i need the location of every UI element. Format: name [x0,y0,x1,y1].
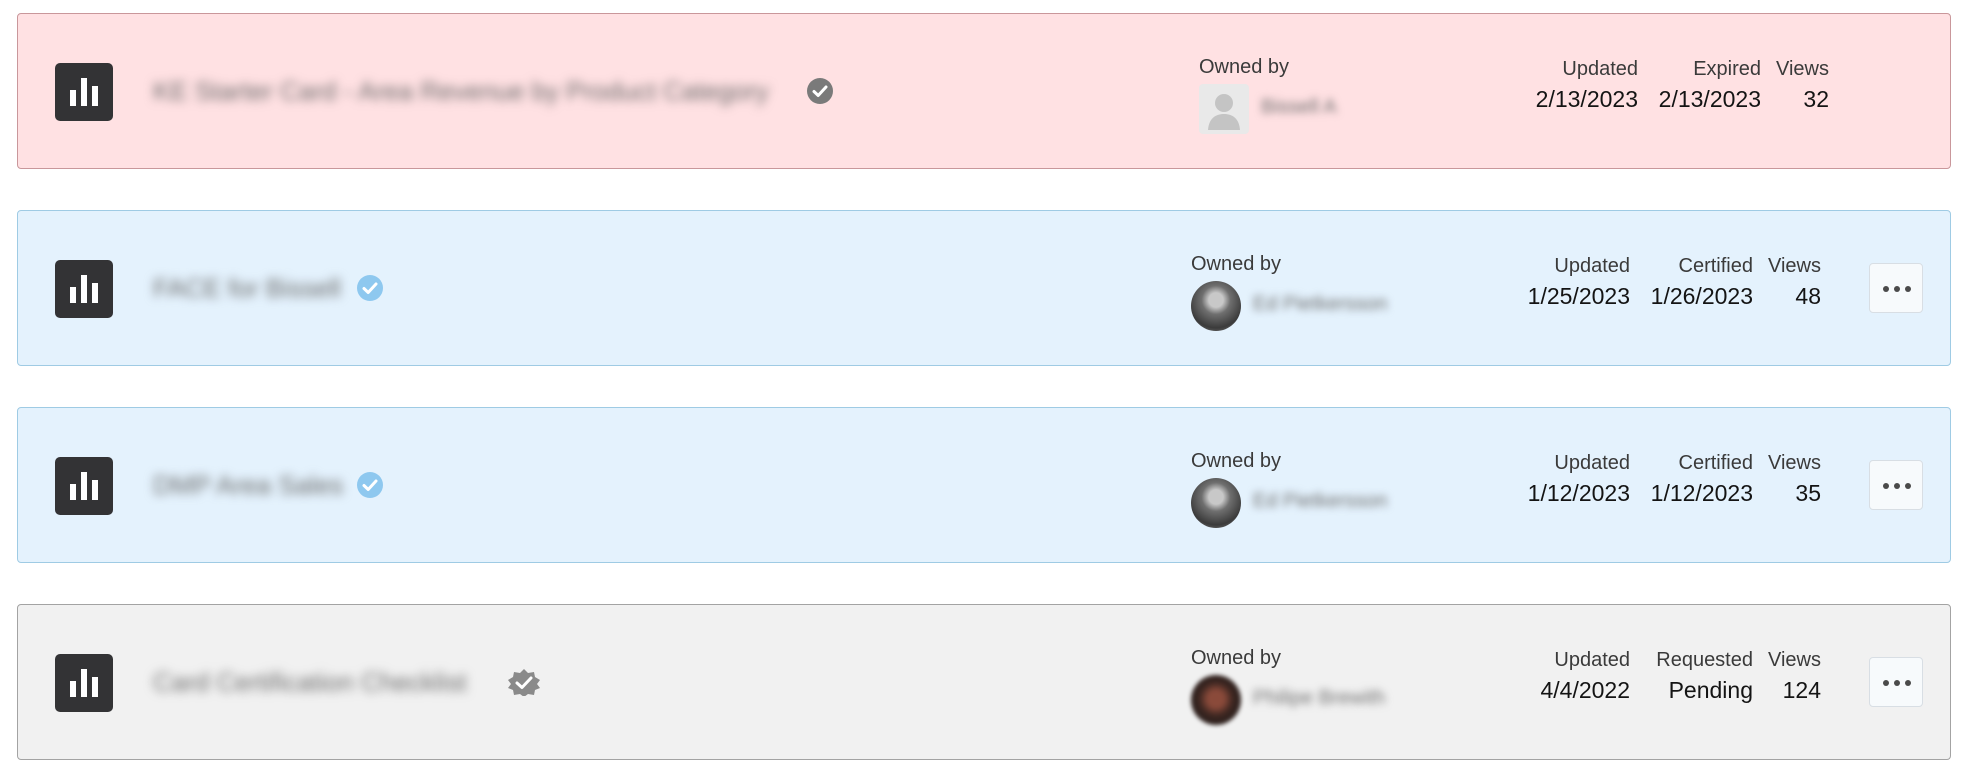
owner-label: Owned by [1191,647,1282,669]
status-value: 1/12/2023 [1650,480,1753,506]
updated-label: Updated [1554,255,1630,277]
updated-stat: Updated 4/4/2022 [1540,647,1630,707]
views-label: Views [1776,58,1829,80]
bar-chart-icon [55,457,113,515]
owner-name[interactable]: Philipe Brewith [1253,687,1385,710]
views-label: Views [1768,649,1821,671]
card-row[interactable]: FACE for Bissell Owned by Ed Pietkersson… [17,210,1951,366]
avatar[interactable] [1191,478,1241,528]
status-label: Expired [1693,58,1761,80]
views-value: 48 [1795,283,1821,309]
views-stat: Views 35 [1768,450,1821,510]
views-stat: Views 32 [1776,56,1829,116]
owner-name[interactable]: Bissell A [1261,96,1337,119]
status-value: Pending [1668,677,1753,703]
updated-value: 1/12/2023 [1527,480,1630,506]
more-options-button[interactable] [1869,657,1923,707]
updated-stat: Updated 1/12/2023 [1528,450,1630,510]
status-stat: Expired 2/13/2023 [1659,56,1761,116]
updated-label: Updated [1554,649,1630,671]
card-row[interactable]: KE Starter Card - Area Revenue by Produc… [17,13,1951,169]
views-stat: Views 48 [1768,253,1821,313]
bar-chart-icon [55,63,113,121]
owner-label: Owned by [1199,56,1290,78]
updated-stat: Updated 2/13/2023 [1536,56,1638,116]
avatar[interactable] [1191,281,1241,331]
more-options-button[interactable] [1869,263,1923,313]
check-circle-icon [807,78,833,104]
owner-label: Owned by [1191,253,1282,275]
views-stat: Views 124 [1768,647,1821,707]
card-title[interactable]: FACE for Bissell [153,270,341,306]
more-horizontal-icon [1883,680,1889,686]
views-label: Views [1768,452,1821,474]
person-placeholder-icon [1199,84,1249,134]
card-title[interactable]: DMP Area Sales [153,467,343,503]
updated-value: 2/13/2023 [1535,86,1638,112]
status-stat: Certified 1/12/2023 [1651,450,1753,510]
owner-name[interactable]: Ed Pietkersson [1253,490,1388,513]
check-circle-icon [357,472,383,498]
views-value: 32 [1803,86,1829,112]
status-value: 1/26/2023 [1650,283,1753,309]
more-horizontal-icon [1883,286,1889,292]
card-row[interactable]: DMP Area Sales Owned by Ed Pietkersson U… [17,407,1951,563]
status-stat: Certified 1/26/2023 [1651,253,1753,313]
bar-chart-icon [55,654,113,712]
updated-label: Updated [1554,452,1630,474]
updated-value: 4/4/2022 [1540,677,1630,703]
card-list: KE Starter Card - Area Revenue by Produc… [0,0,1970,778]
updated-stat: Updated 1/25/2023 [1528,253,1630,313]
owner-name[interactable]: Ed Pietkersson [1253,293,1388,316]
check-circle-icon [357,275,383,301]
avatar[interactable] [1191,675,1241,725]
updated-value: 1/25/2023 [1527,283,1630,309]
status-label: Certified [1678,255,1753,277]
views-value: 35 [1795,480,1821,506]
updated-label: Updated [1562,58,1638,80]
more-horizontal-icon [1883,483,1889,489]
bar-chart-icon [55,260,113,318]
owner-label: Owned by [1191,450,1282,472]
status-label: Certified [1678,452,1753,474]
card-row[interactable]: Card Certification Checklist Owned by Ph… [17,604,1951,760]
card-title[interactable]: Card Certification Checklist [153,664,467,700]
status-label: Requested [1656,649,1753,671]
certification-seal-icon [508,669,540,696]
views-value: 124 [1782,677,1821,703]
more-options-button[interactable] [1869,460,1923,510]
card-title[interactable]: KE Starter Card - Area Revenue by Produc… [153,73,769,109]
views-label: Views [1768,255,1821,277]
status-value: 2/13/2023 [1658,86,1761,112]
status-stat: Requested Pending [1656,647,1753,707]
